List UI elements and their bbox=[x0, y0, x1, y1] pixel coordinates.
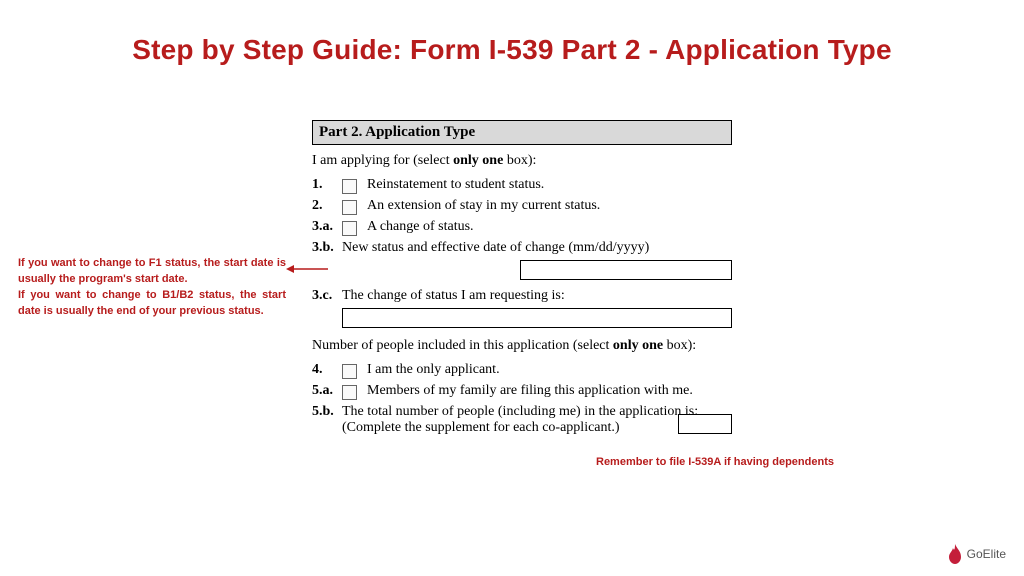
row-text: Members of my family are filing this app… bbox=[367, 383, 732, 399]
form-row-4: 4. I am the only applicant. bbox=[312, 362, 732, 379]
row-text: I am the only applicant. bbox=[367, 362, 732, 378]
form-row-3b: 3.b. New status and effective date of ch… bbox=[312, 240, 732, 280]
input-requested-status[interactable] bbox=[342, 308, 732, 328]
row-text: A change of status. bbox=[367, 219, 732, 235]
row-num: 3.a. bbox=[312, 219, 342, 235]
brand-text: GoElite bbox=[967, 547, 1006, 561]
form-row-2: 2. An extension of stay in my current st… bbox=[312, 198, 732, 215]
form-row-3c: 3.c. The change of status I am requestin… bbox=[312, 288, 732, 328]
row-num: 3.b. bbox=[312, 240, 342, 256]
lead-bold: only one bbox=[453, 153, 503, 168]
row-text: New status and effective date of change … bbox=[342, 240, 649, 255]
row-text: The total number of people (including me… bbox=[342, 404, 698, 435]
form-row-3a: 3.a. A change of status. bbox=[312, 219, 732, 236]
lead-text: I am applying for (select only one box): bbox=[312, 153, 732, 169]
checkbox-family-members[interactable] bbox=[342, 385, 357, 400]
section2-lead: Number of people included in this applic… bbox=[312, 338, 732, 354]
note-left: If you want to change to F1 status, the … bbox=[18, 256, 286, 320]
input-effective-date[interactable] bbox=[520, 260, 732, 280]
sec2-a: Number of people included in this applic… bbox=[312, 338, 613, 353]
checkbox-change-status[interactable] bbox=[342, 221, 357, 236]
checkbox-reinstatement[interactable] bbox=[342, 179, 357, 194]
form-row-1: 1. Reinstatement to student status. bbox=[312, 177, 732, 194]
flame-icon bbox=[947, 544, 963, 564]
row-num: 5.a. bbox=[312, 383, 342, 399]
lead-b: box): bbox=[503, 153, 536, 168]
row-num: 2. bbox=[312, 198, 342, 214]
note-right: Remember to file I-539A if having depend… bbox=[596, 456, 834, 468]
form-row-5b: 5.b. The total number of people (includi… bbox=[312, 404, 732, 436]
checkbox-only-applicant[interactable] bbox=[342, 364, 357, 379]
brand-logo: GoElite bbox=[947, 544, 1006, 564]
note-left-line1: If you want to change to F1 status, the … bbox=[18, 257, 286, 285]
row-text: Reinstatement to student status. bbox=[367, 177, 732, 193]
lead-a: I am applying for (select bbox=[312, 153, 453, 168]
sec2-b: box): bbox=[663, 338, 696, 353]
row-num: 4. bbox=[312, 362, 342, 378]
form-row-5a: 5.a. Members of my family are filing thi… bbox=[312, 383, 732, 400]
part-header: Part 2. Application Type bbox=[312, 120, 732, 145]
sec2-bold: only one bbox=[613, 338, 663, 353]
row-num: 3.c. bbox=[312, 288, 342, 304]
row-num: 1. bbox=[312, 177, 342, 193]
form-sheet: Part 2. Application Type I am applying f… bbox=[312, 120, 732, 440]
row-text: The change of status I am requesting is: bbox=[342, 288, 565, 303]
checkbox-extension[interactable] bbox=[342, 200, 357, 215]
row-text: An extension of stay in my current statu… bbox=[367, 198, 732, 214]
page-title: Step by Step Guide: Form I-539 Part 2 - … bbox=[0, 0, 1024, 80]
row-num: 5.b. bbox=[312, 404, 342, 420]
note-left-line2: If you want to change to B1/B2 status, t… bbox=[18, 289, 286, 317]
